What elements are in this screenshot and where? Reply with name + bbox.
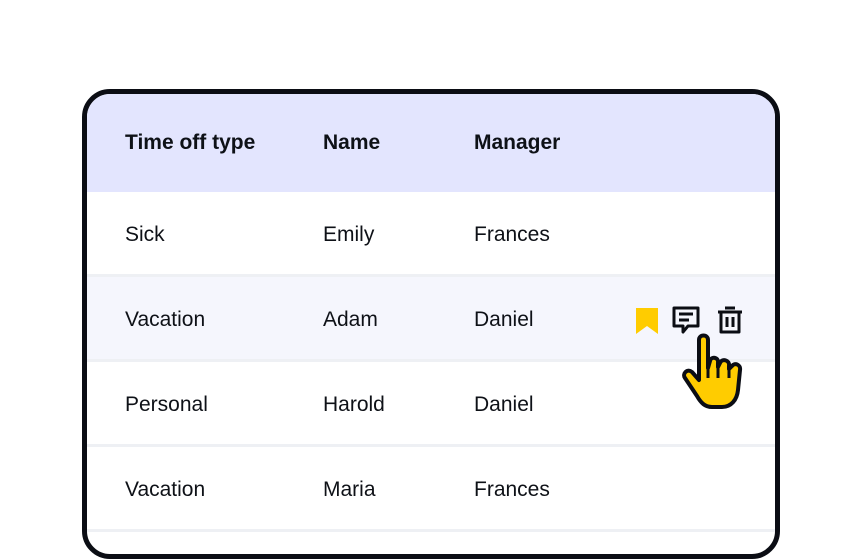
cell-time-off-type: Personal [125, 393, 208, 416]
cell-time-off-type: Sick [125, 223, 165, 246]
cell-name: Maria [323, 478, 376, 501]
cell-manager: Frances [474, 223, 550, 246]
table-header: Time off type Name Manager [87, 94, 775, 192]
table-row[interactable]: Sick Emily Frances [87, 192, 775, 277]
cell-name: Emily [323, 223, 375, 246]
cell-manager: Frances [474, 478, 550, 501]
column-header-time-off-type[interactable]: Time off type [125, 131, 255, 155]
cell-name: Adam [323, 308, 378, 331]
cell-manager: Daniel [474, 308, 534, 331]
time-off-table-card: Time off type Name Manager Sick Emily Fr… [82, 89, 780, 559]
cell-name: Harold [323, 393, 385, 416]
cell-time-off-type: Vacation [125, 478, 206, 501]
bookmark-icon[interactable] [632, 306, 662, 336]
table-row[interactable]: Personal Harold Daniel [87, 362, 775, 447]
table-row[interactable]: Vacation Maria Frances [87, 447, 775, 532]
cell-time-off-type: Vacation [125, 308, 206, 331]
cell-manager: Daniel [474, 393, 534, 416]
column-header-name[interactable]: Name [323, 131, 380, 155]
table-row[interactable]: Vacation Adam Daniel [87, 277, 775, 409]
column-header-manager[interactable]: Manager [474, 131, 560, 155]
